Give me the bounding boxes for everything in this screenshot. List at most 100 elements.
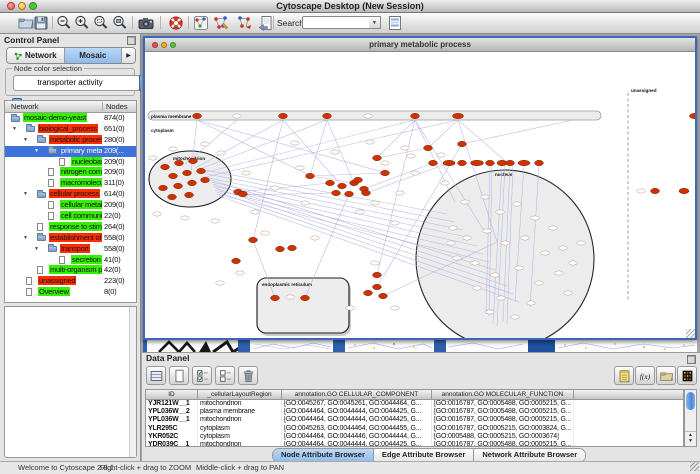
scrollbar-track[interactable] xyxy=(129,307,136,457)
region-plasma-membrane[interactable]: plasma membrane xyxy=(148,111,601,120)
network-tree-row[interactable]: unassigned223(0) xyxy=(5,276,136,287)
network-tree-row[interactable]: nitrogen compo209(0) xyxy=(5,167,136,178)
network-node-small[interactable] xyxy=(501,241,510,245)
network-node[interactable] xyxy=(379,293,388,298)
network-node-small[interactable] xyxy=(356,210,365,214)
network-node[interactable] xyxy=(381,170,390,175)
network-node-small[interactable] xyxy=(346,306,355,310)
network-node-small[interactable] xyxy=(366,140,375,144)
attribute-matrix-button[interactable] xyxy=(146,366,166,385)
network-node-small[interactable] xyxy=(217,151,226,155)
network-node[interactable] xyxy=(453,113,464,118)
expand-arrow-icon[interactable]: ▼ xyxy=(23,135,28,146)
table-row[interactable]: YJR121W__1mitochondrion[GO:0045267, GO:0… xyxy=(146,400,683,408)
zoom-fit-button[interactable] xyxy=(111,14,129,32)
network-node[interactable] xyxy=(189,158,198,163)
network-node-small[interactable] xyxy=(216,281,225,285)
network-node[interactable] xyxy=(362,190,371,195)
table-row[interactable]: YKR052Ccytoplasm[GO:0044464, GO:0044446,… xyxy=(146,433,683,441)
network-node[interactable] xyxy=(201,177,210,182)
network-node-small[interactable] xyxy=(311,236,320,240)
network-node-small[interactable] xyxy=(251,210,260,214)
network-node[interactable] xyxy=(279,113,288,118)
network-node[interactable] xyxy=(345,191,354,196)
network-node-small[interactable] xyxy=(453,256,462,260)
network-node-small[interactable] xyxy=(471,261,480,265)
network-tree-row[interactable]: ▼biological_process651(0) xyxy=(5,124,136,135)
network-node[interactable] xyxy=(288,245,297,250)
network-node-small[interactable] xyxy=(181,216,190,220)
network-node-small[interactable] xyxy=(497,296,506,300)
network-node-small[interactable] xyxy=(521,236,530,240)
network-tree-row[interactable]: mosaic-demo-yeast874(0) xyxy=(5,113,136,124)
network-node-small[interactable] xyxy=(637,189,646,193)
network-node-small[interactable] xyxy=(391,306,400,310)
tree-column-network[interactable]: Network xyxy=(11,101,39,112)
tab-network[interactable]: Network xyxy=(7,48,65,63)
network-node[interactable] xyxy=(373,284,382,289)
network-view-frame[interactable]: primary metabolic process plasma membran… xyxy=(143,36,697,340)
network-node[interactable] xyxy=(471,160,484,165)
attribute-browser-button[interactable] xyxy=(386,14,404,32)
network-node[interactable] xyxy=(169,173,178,178)
save-session-button[interactable] xyxy=(32,14,50,32)
snapshot-button[interactable] xyxy=(137,14,155,32)
unselect-attributes-button[interactable] xyxy=(215,366,235,385)
network-node[interactable] xyxy=(249,237,258,242)
network-tree-row[interactable]: response to stimulu264(0) xyxy=(5,222,136,233)
network-node[interactable] xyxy=(168,194,177,199)
expand-arrow-icon[interactable]: ▼ xyxy=(34,244,39,255)
network-node[interactable] xyxy=(679,188,689,193)
network-node[interactable] xyxy=(354,177,363,182)
network-node-small[interactable] xyxy=(411,171,420,175)
network-node[interactable] xyxy=(424,145,433,150)
create-network-view-button[interactable] xyxy=(212,14,230,32)
network-node-small[interactable] xyxy=(371,261,380,265)
network-node-small[interactable] xyxy=(449,226,458,230)
network-node[interactable] xyxy=(239,191,248,196)
network-node[interactable] xyxy=(486,160,495,165)
network-node-small[interactable] xyxy=(531,216,540,220)
network-node-small[interactable] xyxy=(555,271,564,275)
tab-overflow-arrow-icon[interactable]: ▶ xyxy=(122,48,135,63)
region-nucleus[interactable]: nucleus xyxy=(416,170,594,338)
network-node[interactable] xyxy=(535,160,544,165)
network-tree-row[interactable]: nucleobase-209(0) xyxy=(5,157,136,168)
network-node-small[interactable] xyxy=(481,195,490,199)
expand-arrow-icon[interactable]: ▼ xyxy=(23,233,28,244)
network-node-small[interactable] xyxy=(364,114,373,118)
table-row[interactable]: YLR295Ccytoplasm[GO:0045263, GO:0044464,… xyxy=(146,425,683,433)
network-node-small[interactable] xyxy=(541,251,550,255)
network-tree-row[interactable]: ▼cellular process614(0) xyxy=(5,189,136,200)
float-panel-icon[interactable] xyxy=(687,355,696,364)
network-node-small[interactable] xyxy=(236,271,245,275)
scrollbar-arrows-icon[interactable]: ▲▼ xyxy=(685,431,696,446)
network-node-small[interactable] xyxy=(535,281,544,285)
network-node[interactable] xyxy=(323,113,332,118)
network-node[interactable] xyxy=(651,188,660,193)
network-tree-row[interactable]: secretion41(0) xyxy=(5,255,136,266)
network-node[interactable] xyxy=(197,168,206,173)
network-node[interactable] xyxy=(161,164,170,169)
network-node[interactable] xyxy=(373,272,382,277)
network-node[interactable] xyxy=(174,183,183,188)
network-node-small[interactable] xyxy=(396,191,405,195)
network-node-small[interactable] xyxy=(153,212,162,216)
network-node-small[interactable] xyxy=(483,229,492,233)
table-column-header[interactable]: _cellularLayoutRegion xyxy=(198,390,282,399)
network-tree-row[interactable]: macromolecule311(0) xyxy=(5,178,136,189)
zoom-in-button[interactable] xyxy=(73,14,91,32)
network-node-small[interactable] xyxy=(391,221,400,225)
destroy-network-button[interactable] xyxy=(192,14,210,32)
network-node[interactable] xyxy=(301,295,310,300)
network-node[interactable] xyxy=(443,160,455,165)
import-attributes-button[interactable] xyxy=(656,366,676,385)
network-tree-row[interactable]: ▼establishment of lo558(0) xyxy=(5,233,136,244)
network-node-small[interactable] xyxy=(149,156,158,160)
network-node-small[interactable] xyxy=(461,200,470,204)
network-node-small[interactable] xyxy=(559,246,568,250)
network-node-small[interactable] xyxy=(569,261,578,265)
network-node[interactable] xyxy=(193,113,202,118)
frame-zoom-icon[interactable] xyxy=(170,42,176,48)
table-column-header[interactable]: ID xyxy=(146,390,198,399)
